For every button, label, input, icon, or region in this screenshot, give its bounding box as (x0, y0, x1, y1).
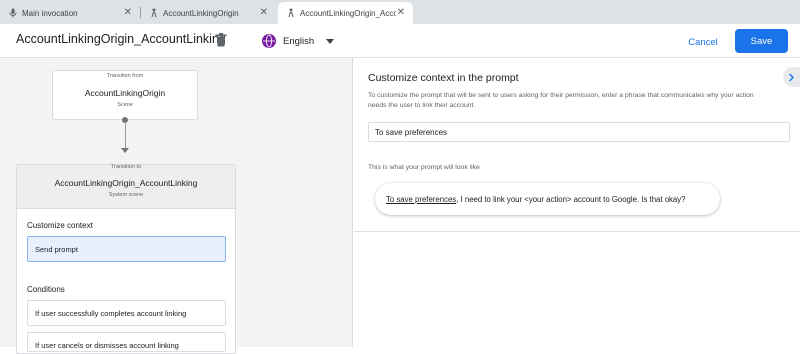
scene-flow-canvas: Transition from AccountLinkingOrigin Sce… (0, 58, 353, 354)
tab-account-linking-scene[interactable]: AccountLinkingOrigin_Acco... ✕ (278, 2, 413, 24)
transition-from-node[interactable]: Transition from AccountLinkingOrigin Sce… (52, 70, 198, 120)
transition-to-node[interactable]: Transition to AccountLinkingOrigin_Accou… (16, 164, 236, 354)
transition-to-header: Transition to AccountLinkingOrigin_Accou… (17, 164, 235, 209)
tab-label: AccountLinkingOrigin_Acco... (300, 8, 396, 18)
send-prompt-item[interactable]: Send prompt (27, 236, 226, 262)
condition-item[interactable]: If user cancels or dismisses account lin… (27, 332, 226, 352)
tab-close-icon[interactable]: ✕ (124, 7, 132, 19)
context-phrase-input[interactable]: To save preferences (368, 122, 790, 142)
language-label: English (283, 35, 315, 47)
dropdown-caret-icon (326, 39, 334, 44)
language-selector[interactable]: English (254, 28, 344, 54)
transition-to-caption: Transition to (110, 164, 142, 170)
connector-arrow-icon (121, 148, 129, 153)
tab-label: Main invocation (22, 8, 78, 18)
connector-line (125, 122, 126, 148)
customize-context-panel: Customize context in the prompt To custo… (354, 58, 800, 347)
scene-person-icon (149, 8, 159, 18)
scene-header: AccountLinkingOrigin_AccountLinking Engl… (0, 24, 800, 58)
to-scene-title: AccountLinkingOrigin_AccountLinking (54, 178, 198, 188)
save-button[interactable]: Save (735, 29, 788, 53)
from-scene-type: Scene (117, 102, 133, 108)
prompt-preview-bubble: To save preferences, I need to link your… (375, 183, 720, 215)
transition-from-caption: Transition from (106, 73, 144, 79)
microphone-icon (8, 8, 18, 18)
tab-close-icon[interactable]: ✕ (397, 7, 405, 19)
tab-label: AccountLinkingOrigin (163, 8, 239, 18)
conditions-label: Conditions (27, 285, 65, 294)
scene-person-icon (286, 8, 296, 18)
page-title: AccountLinkingOrigin_AccountLinking (16, 32, 226, 46)
preview-highlight: To save preferences (386, 194, 457, 204)
globe-icon (262, 34, 276, 48)
panel-description: To customize the prompt that will be sen… (368, 92, 754, 109)
from-scene-title: AccountLinkingOrigin (84, 88, 166, 98)
panel-divider (354, 231, 800, 232)
preview-text: , I need to link your <your action> acco… (456, 194, 686, 204)
cancel-button[interactable]: Cancel (680, 31, 726, 53)
tab-close-icon[interactable]: ✕ (260, 7, 268, 19)
preview-label: This is what your prompt will look like (368, 164, 480, 171)
chevron-right-icon[interactable] (783, 67, 800, 87)
condition-item[interactable]: If user successfully completes account l… (27, 300, 226, 326)
tab-main-invocation[interactable]: Main invocation ✕ (0, 2, 140, 24)
to-scene-type: System scene (108, 192, 144, 198)
delete-icon[interactable] (214, 32, 228, 48)
panel-title: Customize context in the prompt (368, 72, 519, 84)
browser-tab-strip: Main invocation ✕ AccountLinkingOrigin ✕… (0, 0, 800, 24)
tab-account-linking-origin[interactable]: AccountLinkingOrigin ✕ (141, 2, 276, 24)
customize-context-label: Customize context (27, 221, 93, 230)
